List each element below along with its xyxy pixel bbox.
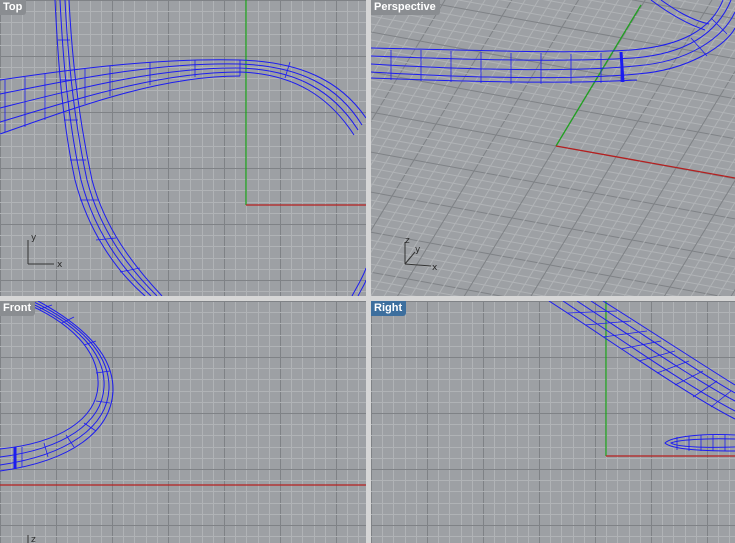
axis-letter: x <box>432 263 438 273</box>
viewport-front-canvas[interactable]: z <box>0 301 366 543</box>
viewport-front[interactable]: z Front <box>0 301 366 543</box>
viewport-top[interactable]: y x Top <box>0 0 366 296</box>
perspective-grid <box>371 0 735 296</box>
grid-line <box>690 223 735 296</box>
viewport-right[interactable]: Right <box>371 301 735 543</box>
grid <box>0 0 366 296</box>
grid-line <box>371 0 388 296</box>
grid-line <box>610 92 735 296</box>
axis-letter: y <box>415 245 421 255</box>
viewport-perspective-canvas[interactable]: z y x <box>371 0 735 296</box>
viewport-right-canvas[interactable] <box>371 301 735 543</box>
axis-letter: z <box>405 236 410 246</box>
grid-line <box>397 0 580 296</box>
viewport-label-front[interactable]: Front <box>0 301 36 316</box>
grid-line <box>371 159 735 228</box>
grid-line <box>724 0 735 296</box>
grid-line <box>677 201 735 296</box>
viewport-label-perspective[interactable]: Perspective <box>371 0 440 15</box>
grid <box>0 301 366 543</box>
helix-wireframe <box>0 0 366 296</box>
viewport-label-right[interactable]: Right <box>371 301 407 316</box>
grid-line <box>371 287 417 296</box>
axis-letter: z <box>31 535 36 543</box>
grid <box>371 301 735 543</box>
axis-letter: y <box>31 233 37 243</box>
grid-line <box>597 70 735 296</box>
viewport-label-top[interactable]: Top <box>0 0 27 15</box>
viewport-top-canvas[interactable]: y x <box>0 0 366 296</box>
viewport-perspective[interactable]: z y x Perspective <box>371 0 735 296</box>
axis-letter: x <box>57 260 63 270</box>
grid-line <box>371 255 591 296</box>
grid-line <box>371 215 735 284</box>
world-axes <box>605 301 735 457</box>
